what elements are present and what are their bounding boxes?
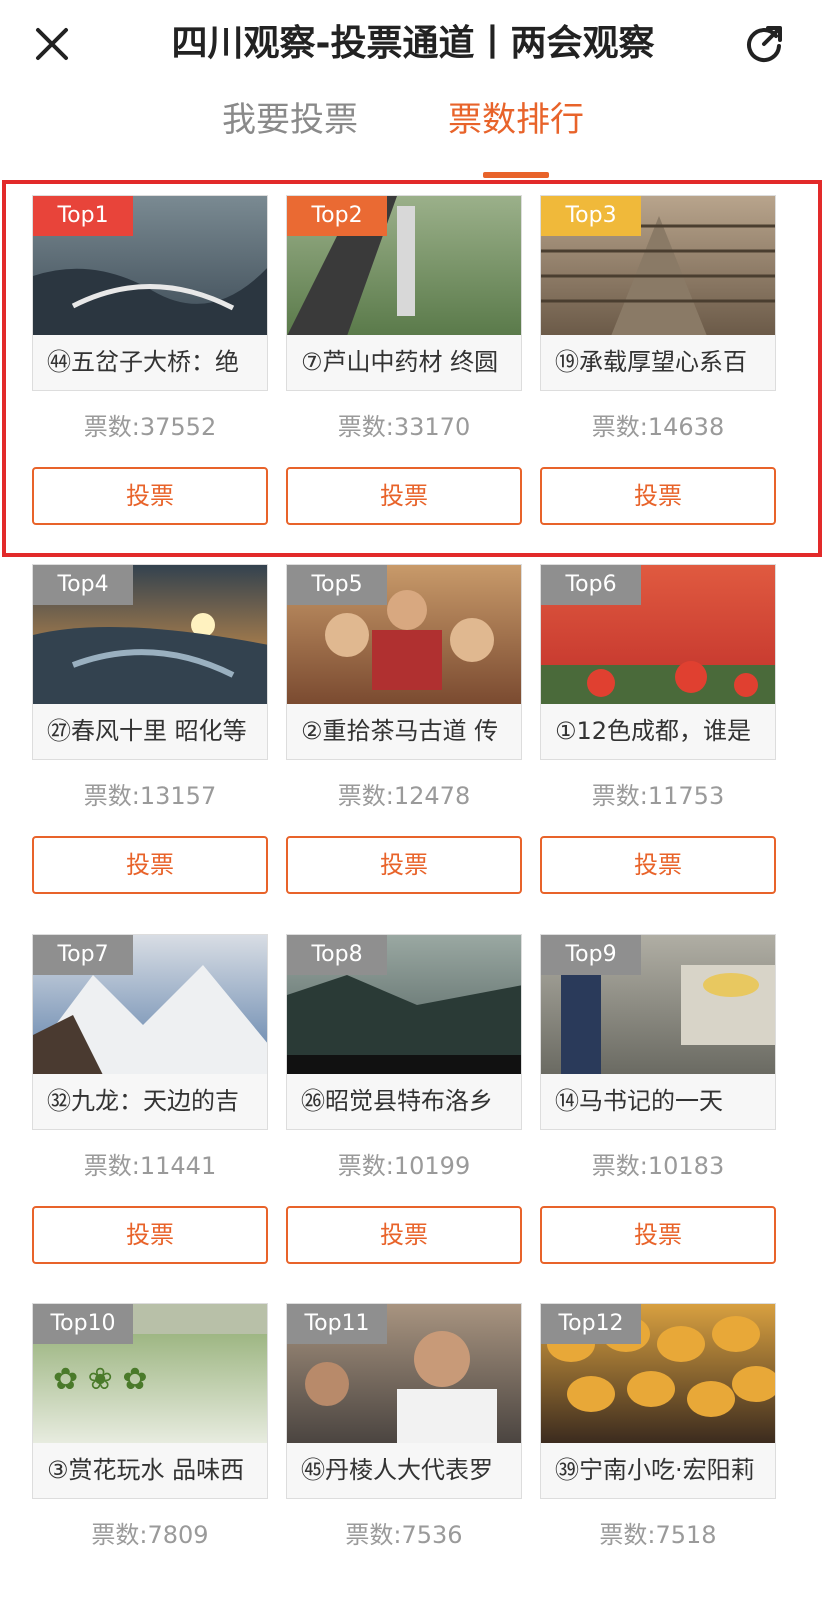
vote-button[interactable]: 投票 xyxy=(540,1206,776,1264)
video-thumbnail[interactable]: Top5 xyxy=(286,564,522,704)
video-thumbnail[interactable]: Top11 xyxy=(286,1303,522,1443)
rank-badge: Top4 xyxy=(33,565,133,605)
rank-badge: Top3 xyxy=(541,196,641,236)
vote-button[interactable]: 投票 xyxy=(32,467,268,525)
refresh-icon xyxy=(747,26,782,63)
video-thumbnail[interactable]: Top3 xyxy=(540,195,776,335)
tab-ranking-label: 票数排行 xyxy=(448,100,584,140)
vote-count: 票数:10183 xyxy=(591,1152,725,1180)
video-thumbnail[interactable]: Top6 xyxy=(540,564,776,704)
vote-count: 票数:10199 xyxy=(337,1152,471,1180)
video-title[interactable]: ③赏花玩水 品味西 xyxy=(32,1443,268,1499)
rank-badge: Top11 xyxy=(287,1304,387,1344)
tab-vote[interactable]: 我要投票 xyxy=(160,90,420,178)
video-title[interactable]: ㉜九龙：天边的吉 xyxy=(32,1074,268,1130)
video-title[interactable]: ⑦芦山中药材 终圆 xyxy=(286,335,522,391)
vote-button[interactable]: 投票 xyxy=(286,467,522,525)
vote-count: 票数:14638 xyxy=(591,413,725,441)
vote-count: 票数:11753 xyxy=(591,782,725,810)
video-title[interactable]: ①12色成都，谁是 xyxy=(540,704,776,760)
svg-text:✿ ❀ ✿: ✿ ❀ ✿ xyxy=(53,1362,147,1397)
vote-button[interactable]: 投票 xyxy=(286,1206,522,1264)
video-title[interactable]: ②重拾茶马古道 传 xyxy=(286,704,522,760)
vote-count: 票数:13157 xyxy=(83,782,217,810)
vote-count: 票数:37552 xyxy=(83,413,217,441)
rank-badge: Top9 xyxy=(541,935,641,975)
rank-badge: Top6 xyxy=(541,565,641,605)
video-title[interactable]: ㊹五岔子大桥：绝 xyxy=(32,335,268,391)
video-thumbnail[interactable]: Top8 xyxy=(286,934,522,1074)
refresh-button[interactable] xyxy=(742,22,786,66)
vote-button[interactable]: 投票 xyxy=(286,836,522,894)
vote-button[interactable]: 投票 xyxy=(32,836,268,894)
vote-count: 票数:7536 xyxy=(345,1521,463,1549)
rank-badge: Top2 xyxy=(287,196,387,236)
tab-bar: 我要投票 票数排行 xyxy=(0,90,826,178)
close-icon xyxy=(36,28,68,60)
vote-button[interactable]: 投票 xyxy=(32,1206,268,1264)
vote-button[interactable]: 投票 xyxy=(540,467,776,525)
vote-button[interactable]: 投票 xyxy=(540,836,776,894)
video-thumbnail[interactable]: Top9 xyxy=(540,934,776,1074)
page-title: 四川观察-投票通道丨两会观察 xyxy=(171,23,655,64)
video-thumbnail[interactable]: Top7 xyxy=(32,934,268,1074)
rank-badge: Top5 xyxy=(287,565,387,605)
rank-badge: Top10 xyxy=(33,1304,133,1344)
rank-badge: Top8 xyxy=(287,935,387,975)
video-thumbnail[interactable]: Top4 xyxy=(32,564,268,704)
video-thumbnail[interactable]: Top2 xyxy=(286,195,522,335)
tab-vote-label: 我要投票 xyxy=(222,100,358,140)
vote-count: 票数:11441 xyxy=(83,1152,217,1180)
video-thumbnail[interactable]: Top1 xyxy=(32,195,268,335)
video-thumbnail[interactable]: Top12 xyxy=(540,1303,776,1443)
tab-ranking[interactable]: 票数排行 xyxy=(386,90,646,178)
rank-badge: Top7 xyxy=(33,935,133,975)
video-thumbnail[interactable]: ✿ ❀ ✿ Top10 xyxy=(32,1303,268,1443)
video-title[interactable]: ⑭马书记的一天 xyxy=(540,1074,776,1130)
video-title[interactable]: ㊺丹棱人大代表罗 xyxy=(286,1443,522,1499)
vote-count: 票数:33170 xyxy=(337,413,471,441)
video-title[interactable]: ㉖昭觉县特布洛乡 xyxy=(286,1074,522,1130)
ranking-grid: Top1 ㊹五岔子大桥：绝票数:37552 投票 Top2 ⑦芦山中药材 终圆票数:33… xyxy=(0,178,826,1613)
vote-count: 票数:7809 xyxy=(91,1521,209,1549)
rank-badge: Top12 xyxy=(541,1304,641,1344)
vote-count: 票数:7518 xyxy=(599,1521,717,1549)
video-title[interactable]: ㊴宁南小吃·宏阳莉 xyxy=(540,1443,776,1499)
video-title[interactable]: ㉗春风十里 昭化等 xyxy=(32,704,268,760)
close-button[interactable] xyxy=(30,22,74,66)
app-header: 四川观察-投票通道丨两会观察 xyxy=(0,0,826,90)
video-title[interactable]: ⑲承载厚望心系百 xyxy=(540,335,776,391)
vote-count: 票数:12478 xyxy=(337,782,471,810)
rank-badge: Top1 xyxy=(33,196,133,236)
